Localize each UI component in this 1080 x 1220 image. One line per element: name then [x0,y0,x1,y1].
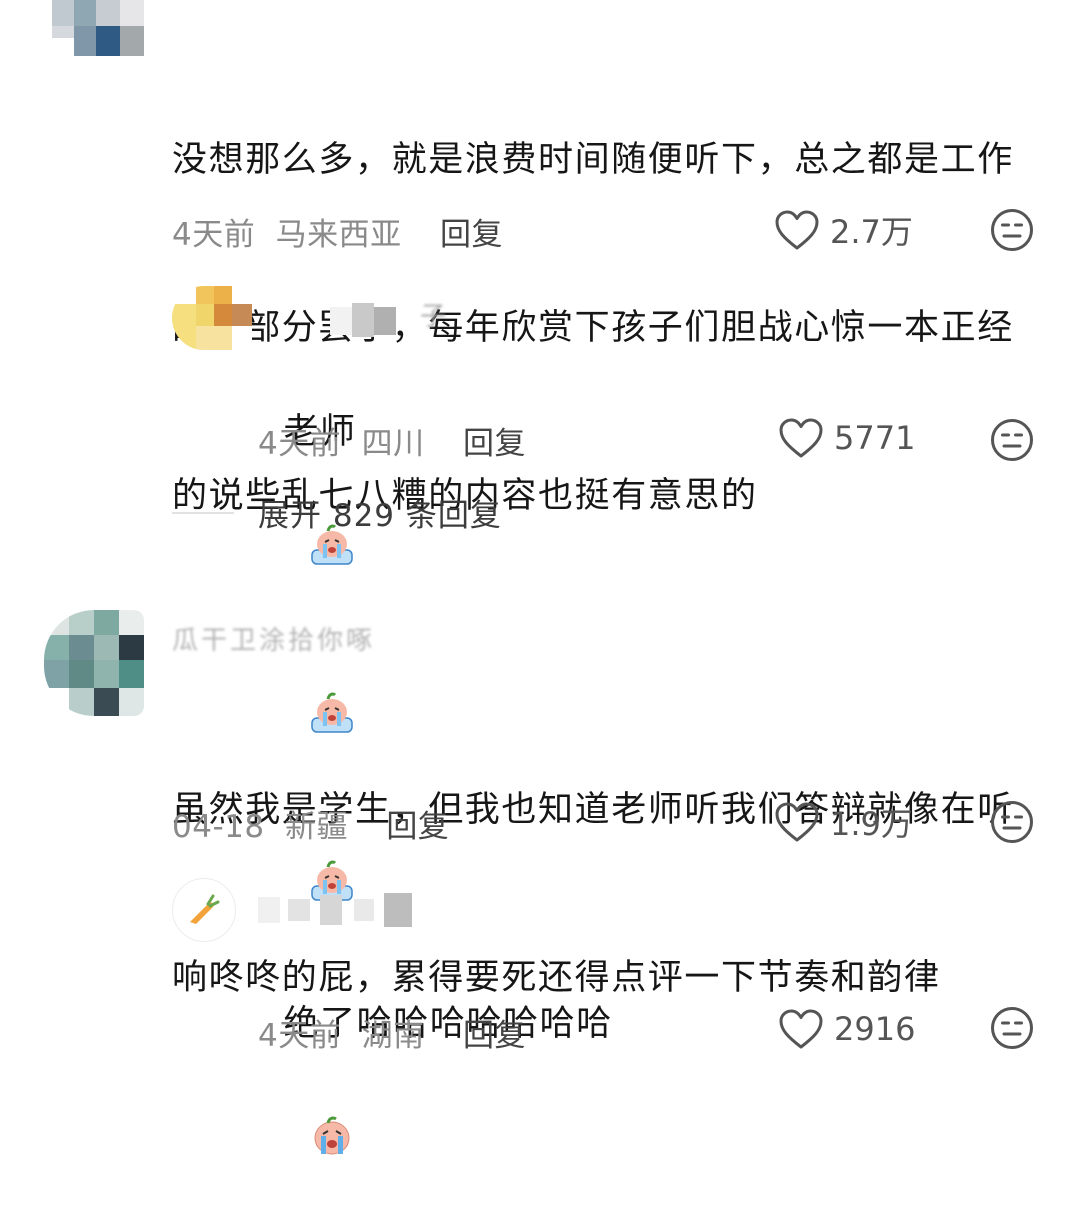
reply-username[interactable]: 子 [420,296,449,333]
expand-replies-label: 展开 829 条回复 [258,498,502,534]
heart-outline-icon [775,802,819,842]
like-button[interactable]: 2916 [778,1008,915,1050]
reply-text: 绝了哈哈哈哈哈哈哈 [258,940,613,1220]
meh-face-icon[interactable] [990,800,1034,844]
avatar[interactable] [44,610,144,716]
reply-meta: 4天前 湖南 回复 [258,1010,526,1055]
like-count: 2916 [834,1010,916,1048]
comment-time: 04-18 [172,809,265,845]
reply-button[interactable]: 回复 [440,217,503,253]
heart-outline-icon [779,1009,823,1049]
meh-face-icon[interactable] [990,418,1034,462]
like-count: 2.7万 [830,213,913,251]
crying-peach-sticker [258,524,355,620]
reply-avatar[interactable] [172,286,252,350]
username-mosaic [330,303,396,337]
comment-location: 马来西亚 [275,217,402,253]
meh-face-icon[interactable] [990,208,1034,252]
reply-location: 四川 [361,426,425,462]
crying-peach-sticker [258,1116,355,1212]
reply-avatar[interactable] [172,878,236,942]
expand-replies-button[interactable]: 展开 829 条回复 [172,490,502,535]
comment-meta: 04-18 新疆 回复 [172,801,449,846]
reply-time: 4天前 [258,1018,342,1054]
meh-face-icon[interactable] [990,1006,1034,1050]
like-count: 5771 [834,419,916,457]
like-button[interactable]: 5771 [778,417,915,459]
like-button[interactable]: 1.9万 [774,799,913,845]
heart-outline-icon [775,210,819,250]
divider [172,511,234,514]
reply-location: 湖南 [361,1018,425,1054]
reply-button[interactable]: 回复 [463,1018,526,1054]
comment-meta: 4天前 马来西亚 回复 [172,209,503,254]
reply-time: 4天前 [258,426,342,462]
like-count: 1.9万 [830,805,913,843]
comment-location: 新疆 [284,809,348,845]
reply-meta: 4天前 四川 回复 [258,418,526,463]
comment-time: 4天前 [172,217,256,253]
reply-button[interactable]: 回复 [386,809,449,845]
avatar[interactable] [52,0,144,56]
username-mosaic [258,893,412,927]
comment-username[interactable]: 瓜干卫涂拾你啄 [172,620,375,657]
like-button[interactable]: 2.7万 [774,207,913,253]
comment-text-line: 没想那么多，就是浪费时间随便听下，总之都是工作 [172,140,1014,180]
heart-outline-icon [779,418,823,458]
reply-button[interactable]: 回复 [463,426,526,462]
carrot-icon [190,894,220,924]
